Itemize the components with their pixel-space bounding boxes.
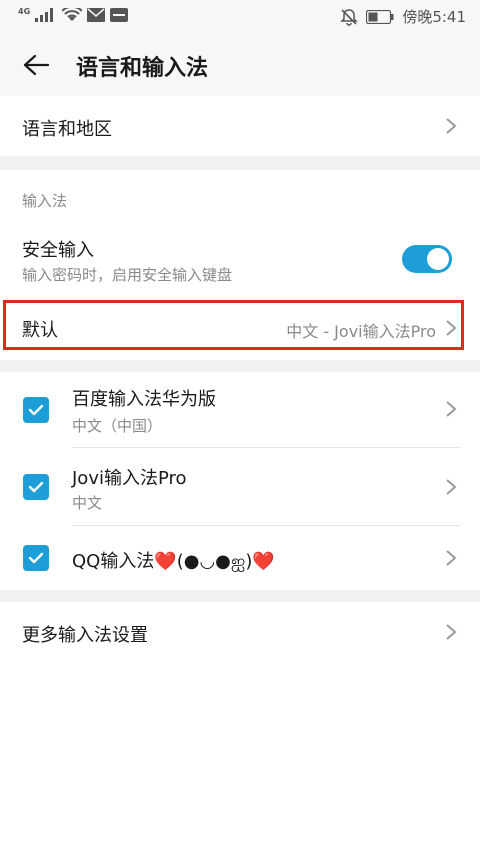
check-icon (28, 404, 44, 416)
toggle-knob (427, 248, 449, 270)
keyboard-name: QQ输入法❤️(●◡●ஐ)❤️ (72, 551, 275, 572)
keyboard-name: Jovi输入法Pro (72, 468, 187, 489)
mail-icon (87, 8, 106, 22)
check-icon (28, 552, 44, 564)
more-input-settings-label: 更多输入法设置 (22, 625, 148, 646)
app-bar: 语言和输入法 (0, 34, 480, 96)
more-input-settings-row[interactable]: 更多输入法设置 (0, 602, 480, 662)
keyboard-checkbox[interactable] (23, 397, 49, 423)
wifi-icon (62, 8, 83, 21)
section-label-input-method: 输入法 (22, 192, 68, 210)
check-icon (28, 481, 44, 493)
status-bar: 4G 傍晚5:41 (0, 0, 480, 34)
secure-input-subtitle: 输入密码时，启用安全输入键盘 (22, 266, 233, 284)
keyboard-checkbox[interactable] (23, 474, 49, 500)
network-type: 4G (18, 6, 31, 16)
battery-icon (366, 9, 394, 24)
chevron-right-icon (446, 401, 457, 417)
chevron-right-icon (446, 118, 457, 134)
chevron-right-icon (446, 479, 457, 495)
secure-input-toggle[interactable] (402, 245, 452, 273)
signal-icon (35, 8, 54, 22)
chevron-right-icon (446, 550, 457, 566)
highlight-box (3, 300, 464, 350)
keyboard-name: 百度输入法华为版 (72, 389, 216, 410)
language-region-row[interactable]: 语言和地区 (0, 96, 480, 156)
status-time: 傍晚5:41 (402, 8, 466, 26)
language-region-label: 语言和地区 (22, 119, 112, 140)
section-gap (0, 360, 480, 372)
keyboard-language: 中文（中国） (72, 417, 163, 435)
status-bar-left: 4G (18, 6, 129, 22)
keyboard-language: 中文 (72, 494, 103, 512)
back-arrow-icon (23, 54, 49, 76)
keyboard-checkbox[interactable] (23, 545, 49, 571)
mute-icon (340, 8, 359, 26)
section-gap (0, 590, 480, 602)
page-title: 语言和输入法 (76, 56, 209, 81)
back-button[interactable] (14, 48, 58, 82)
secure-input-title: 安全输入 (22, 240, 94, 261)
status-bar-right: 傍晚5:41 (340, 6, 466, 27)
section-gap (0, 156, 480, 170)
chevron-right-icon (446, 624, 457, 640)
notification-icon (110, 8, 129, 22)
